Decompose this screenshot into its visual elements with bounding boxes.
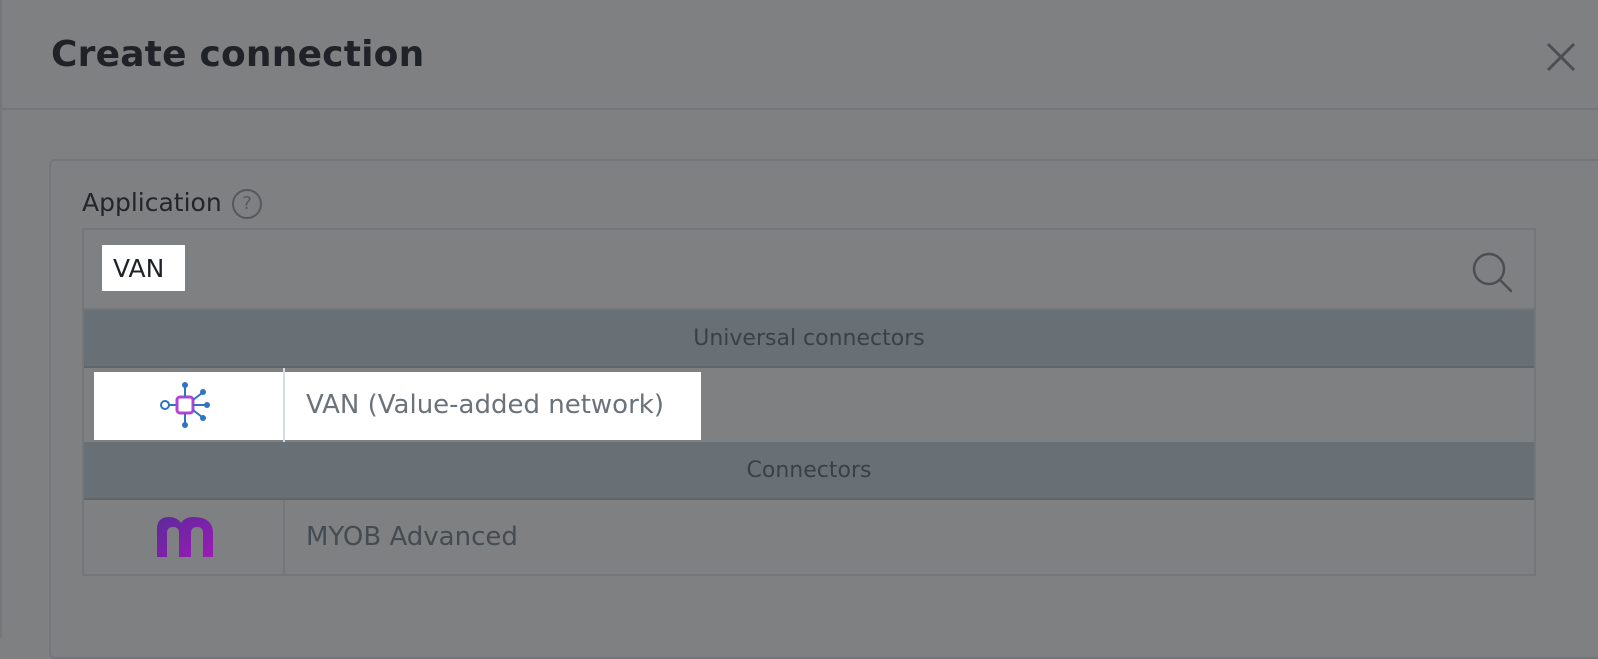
- result-logo-cell: [84, 500, 285, 574]
- dialog-header: Create connection: [0, 0, 1598, 110]
- result-row-myob[interactable]: MYOB Advanced: [84, 500, 1534, 574]
- close-icon[interactable]: [1546, 42, 1576, 72]
- result-name: VAN (Value-added network): [306, 390, 664, 420]
- myob-logo-icon: [157, 517, 213, 557]
- dialog-left-border: [0, 110, 2, 638]
- van-network-logo-icon: [160, 382, 210, 428]
- result-name: MYOB Advanced: [306, 522, 518, 552]
- application-search-box: [82, 228, 1536, 310]
- group-header-universal-connectors: Universal connectors: [84, 310, 1534, 368]
- group-header-connectors: Connectors: [84, 442, 1534, 500]
- application-search-input[interactable]: [102, 245, 185, 291]
- result-row-van[interactable]: VAN (Value-added network): [84, 368, 1534, 442]
- help-icon[interactable]: ?: [232, 189, 262, 219]
- result-logo-cell: [84, 368, 285, 442]
- search-icon[interactable]: [1470, 250, 1514, 294]
- dialog-title: Create connection: [51, 34, 425, 75]
- application-label: Application: [82, 188, 222, 217]
